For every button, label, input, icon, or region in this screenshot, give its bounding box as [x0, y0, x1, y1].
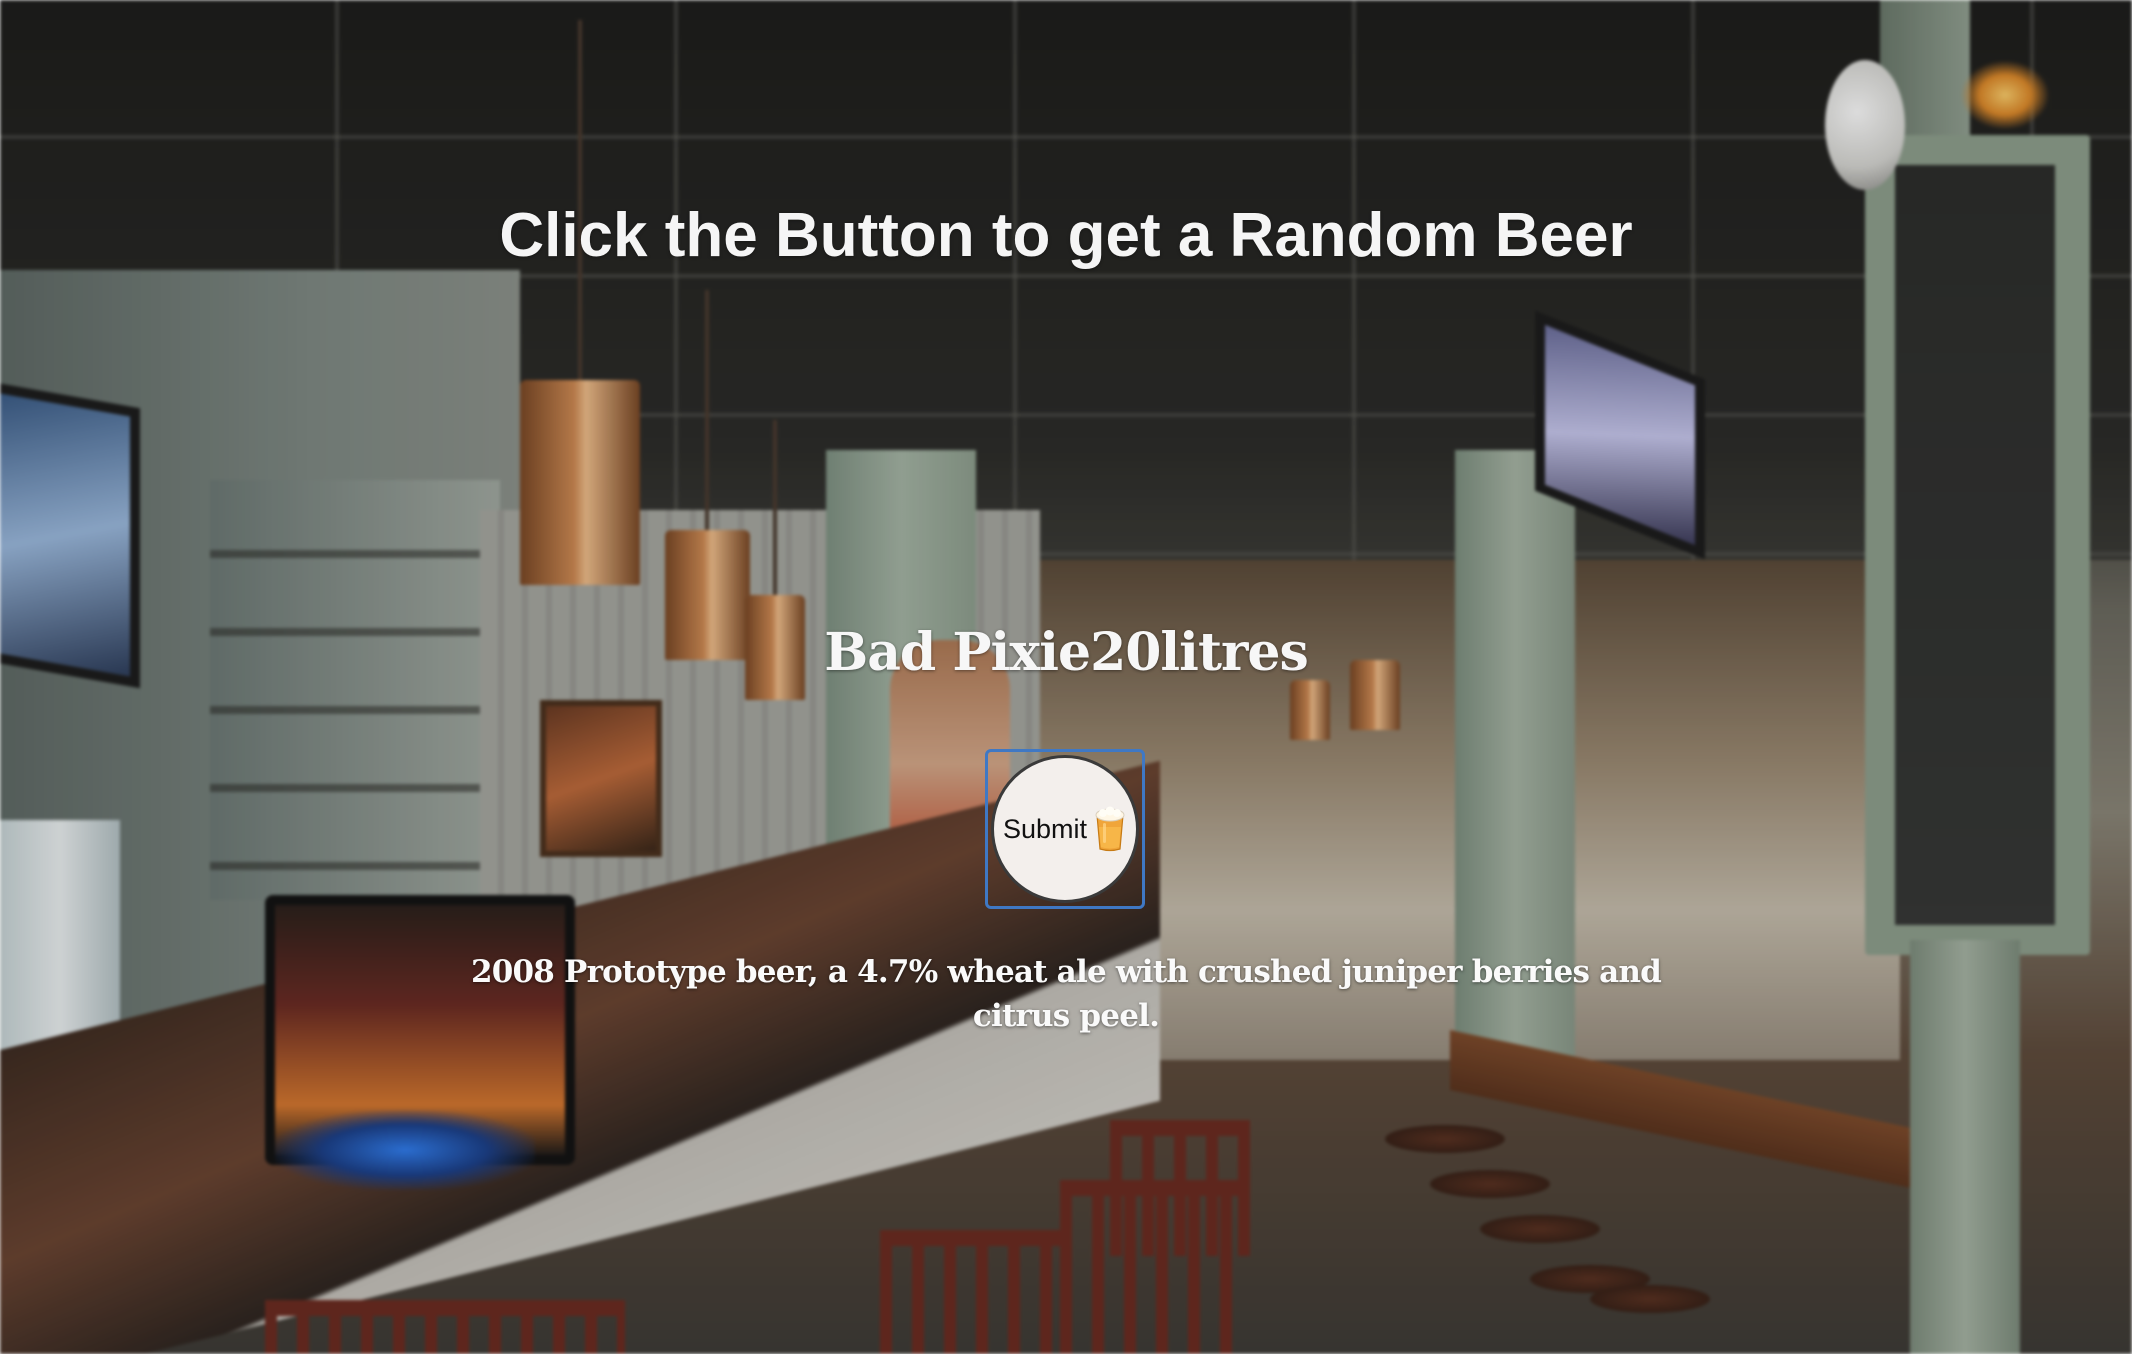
page-title: Click the Button to get a Random Beer: [499, 201, 1633, 270]
main-content: Click the Button to get a Random Beer Ba…: [0, 0, 2132, 1354]
submit-disc: Submit: [991, 755, 1139, 903]
beer-name: Bad Pixie20litres: [824, 622, 1308, 683]
submit-button[interactable]: Submit: [985, 749, 1145, 909]
beer-description: 2008 Prototype beer, a 4.7% wheat ale wi…: [470, 954, 1662, 1034]
beer-mug-icon: [1095, 806, 1125, 852]
submit-label: Submit: [1002, 813, 1088, 844]
